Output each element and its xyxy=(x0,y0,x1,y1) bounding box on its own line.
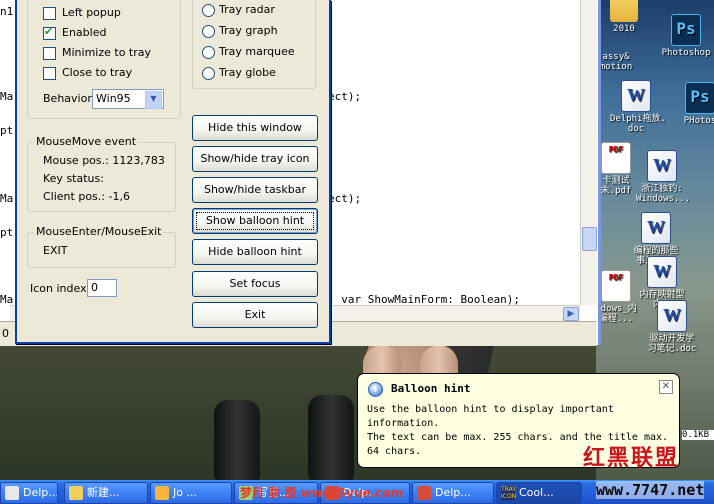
hide-window-button[interactable]: Hide this window xyxy=(192,115,318,141)
exit-button[interactable]: Exit xyxy=(192,302,318,328)
mouseenter-value: EXIT xyxy=(43,244,68,257)
watermark-logo: 红黑联盟 xyxy=(583,445,680,471)
folder-icon xyxy=(69,486,83,500)
balloon-text-line: information. xyxy=(367,418,440,429)
balloon-text-line: Use the balloon hint to display importan… xyxy=(367,404,614,415)
checkbox-label: Minimize to tray xyxy=(62,46,152,59)
chevron-down-icon[interactable]: ▼ xyxy=(145,91,162,109)
icon-index-input[interactable]: 0 xyxy=(87,279,117,297)
focus-rectangle xyxy=(196,212,314,230)
desktop-icon[interactable]: Delphi拖放. doc xyxy=(610,80,666,134)
desktop-icon[interactable]: Photoshop xyxy=(660,14,712,58)
hide-balloon-hint-button[interactable]: Hide balloon hint xyxy=(192,239,318,265)
wallpaper-boot xyxy=(214,400,260,480)
pdf-icon xyxy=(601,142,631,174)
behavior-label: Behavior: xyxy=(43,92,96,105)
checkbox-minimize-to-tray[interactable]: Minimize to tray xyxy=(43,45,183,61)
word-doc-icon xyxy=(621,80,651,112)
behavior-select[interactable]: Win95 ▼ xyxy=(92,89,164,109)
word-doc-icon xyxy=(641,212,671,244)
icon-index-label: Icon index: xyxy=(30,282,91,295)
radio-label: Tray graph xyxy=(219,24,278,37)
checkbox-box[interactable] xyxy=(43,25,56,40)
code-line: pt xyxy=(0,226,14,239)
taskbar-button-active[interactable]: TRAY ICON Cool... xyxy=(496,482,582,504)
group-title: MouseMove event xyxy=(34,135,139,148)
group-title: MouseEnter/MouseExit xyxy=(34,225,164,238)
radio-tray-marquee[interactable]: Tray marquee xyxy=(202,44,322,60)
desktop-icon[interactable]: 浙江独钓: Windows... xyxy=(636,150,690,204)
taskbar-button[interactable]: 新建... xyxy=(64,482,148,504)
tray-icon-app-icon: TRAY ICON xyxy=(501,486,517,500)
editor-vertical-scrollbar[interactable] xyxy=(580,0,597,305)
balloon-title: Balloon hint xyxy=(391,382,471,395)
code-line: Ma xyxy=(0,192,14,205)
info-icon: i xyxy=(368,382,383,397)
photoshop-icon xyxy=(685,82,714,114)
checkbox-close-to-tray[interactable]: Close to tray xyxy=(43,65,183,81)
radio-label: Tray radar xyxy=(219,3,275,16)
radio-tray-graph[interactable]: Tray graph xyxy=(202,23,322,39)
checkbox-box[interactable] xyxy=(43,7,56,20)
scrollbar-thumb[interactable] xyxy=(582,227,597,251)
pdf-icon xyxy=(601,270,631,302)
close-icon[interactable]: ✕ xyxy=(659,380,673,394)
checkbox-box[interactable] xyxy=(43,47,56,60)
taskbar-button[interactable]: Delp... xyxy=(0,482,58,504)
mouse-pos-text: Mouse pos.: 1123,783 xyxy=(43,154,165,167)
radio-label: Tray globe xyxy=(219,66,276,79)
app-icon xyxy=(155,486,169,500)
checkbox-label: Enabled xyxy=(62,26,107,39)
radio-tray-radar[interactable]: Tray radar xyxy=(202,2,322,18)
checkbox-box[interactable] xyxy=(43,67,56,80)
status-text: 0 xyxy=(2,327,9,340)
scroll-right-arrow-icon[interactable]: ▶ xyxy=(563,307,579,321)
desktop-icon[interactable]: PHotos xyxy=(674,82,714,126)
set-focus-button[interactable]: Set focus xyxy=(192,271,318,297)
word-doc-icon xyxy=(647,256,677,288)
toggle-taskbar-icon-button[interactable]: Show/hide taskbar icon xyxy=(192,177,318,219)
word-doc-icon xyxy=(647,150,677,182)
show-balloon-hint-button[interactable]: Show balloon hint xyxy=(192,208,318,234)
word-doc-icon xyxy=(657,300,687,332)
toggle-tray-icon-button[interactable]: Show/hide tray icon xyxy=(192,146,318,172)
client-pos-text: Client pos.: -1,6 xyxy=(43,190,130,203)
code-line: n1 xyxy=(0,5,14,18)
cooltrayicon-demo-window: Left popup Enabled Minimize to tray Clos… xyxy=(15,0,331,344)
taskbar: Delp... 新建... Jo ... 写日... Delp... Delp.… xyxy=(0,480,714,504)
file-size-label: 0.1KB xyxy=(682,430,714,440)
checkbox-enabled[interactable]: Enabled xyxy=(43,25,183,41)
folder-icon xyxy=(610,0,638,22)
desktop-icon[interactable]: 驱动开发学 习笔记.doc xyxy=(646,300,698,354)
taskbar-button[interactable]: Jo ... xyxy=(150,482,232,504)
checkbox-label: Left popup xyxy=(62,6,121,19)
radio-circle[interactable] xyxy=(202,25,215,38)
watermark-url: www.7747.net xyxy=(596,481,705,499)
key-status-text: Key status: xyxy=(43,172,104,185)
code-line: Ma xyxy=(0,90,14,103)
photoshop-icon xyxy=(671,14,701,46)
radio-tray-globe[interactable]: Tray globe xyxy=(202,65,322,81)
watermark-text: 梦月 联 盟 www.Syue.com xyxy=(240,486,404,500)
app-icon xyxy=(5,486,19,500)
code-line-tail: ect); xyxy=(328,192,362,205)
radio-label: Tray marquee xyxy=(219,45,295,58)
code-line-tail: ect); xyxy=(328,90,362,103)
radio-circle[interactable] xyxy=(202,4,215,17)
delphi-icon xyxy=(417,486,431,500)
checkbox-label: Close to tray xyxy=(62,66,133,79)
behavior-value: Win95 xyxy=(96,92,131,105)
wallpaper-boot xyxy=(308,395,354,480)
code-line: pt xyxy=(0,124,14,137)
checkbox-left-popup[interactable]: Left popup xyxy=(43,5,183,21)
radio-circle[interactable] xyxy=(202,67,215,80)
taskbar-button[interactable]: Delp... xyxy=(412,482,494,504)
radio-circle[interactable] xyxy=(202,46,215,59)
